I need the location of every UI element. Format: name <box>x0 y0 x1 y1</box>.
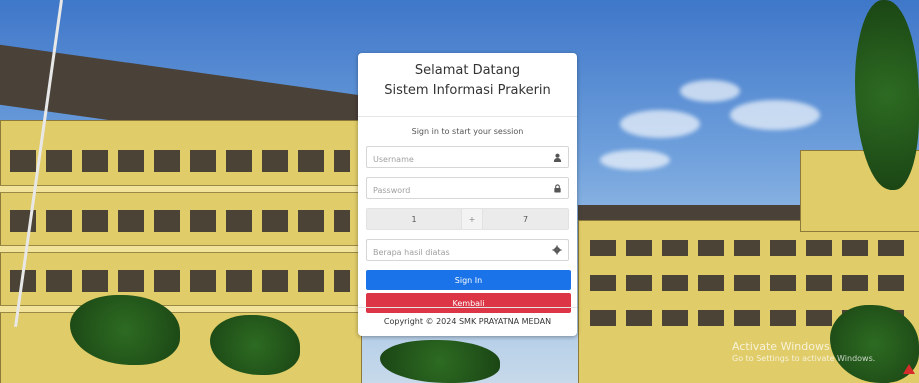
activate-windows-watermark: Activate Windows Go to Settings to activ… <box>732 340 875 364</box>
watermark-subtitle: Go to Settings to activate Windows. <box>732 354 876 363</box>
balcony <box>0 245 360 253</box>
corner-logo-icon <box>901 361 917 375</box>
balcony <box>0 305 360 313</box>
cloud <box>680 80 740 102</box>
username-input[interactable] <box>367 150 543 169</box>
watermark-title: Activate Windows <box>732 340 830 353</box>
copyright-text: Copyright © 2024 SMK PRAYATNA MEDAN <box>383 317 552 326</box>
captcha-answer-input[interactable] <box>367 243 543 262</box>
cloud <box>620 110 700 138</box>
sign-in-button[interactable]: Sign In <box>366 270 571 290</box>
system-title: Sistem Informasi Prakerin <box>384 83 551 98</box>
palm-tree <box>380 340 500 383</box>
window-row <box>10 150 350 172</box>
login-subtitle: Sign in to start your session <box>411 127 524 136</box>
lock-icon <box>546 178 568 198</box>
captcha-operator: + <box>461 209 483 229</box>
card-footer: Copyright © 2024 SMK PRAYATNA MEDAN <box>358 307 577 336</box>
welcome-title: Selamat Datang <box>414 63 521 78</box>
password-group <box>366 177 569 200</box>
window-row <box>10 270 350 292</box>
password-input[interactable] <box>367 181 543 200</box>
cloud <box>600 150 670 170</box>
captcha-row: 1 + 7 <box>366 208 569 230</box>
captcha-first-number: 1 <box>411 214 417 224</box>
answer-group <box>366 239 569 262</box>
user-icon <box>546 147 568 167</box>
cloud <box>730 100 820 130</box>
username-group <box>366 146 569 169</box>
window-row <box>590 275 910 291</box>
window-row <box>10 210 350 232</box>
card-header: Selamat Datang Sistem Informasi Prakerin <box>358 53 577 117</box>
window-row <box>590 240 910 256</box>
balcony <box>0 185 360 193</box>
card-body: Sign in to start your session 1 + 7 Sign… <box>358 117 577 313</box>
captcha-second-number: 7 <box>522 214 529 224</box>
login-card: Selamat Datang Sistem Informasi Prakerin… <box>358 53 577 336</box>
gear-icon <box>546 240 568 260</box>
